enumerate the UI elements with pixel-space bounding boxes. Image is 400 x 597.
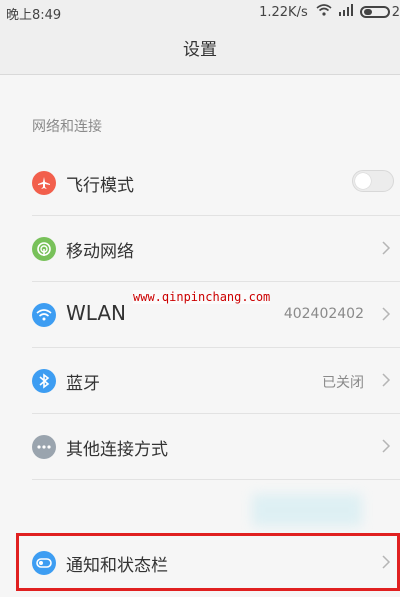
page-title: 设置 <box>0 26 400 75</box>
wifi-signal-icon <box>316 4 332 20</box>
chevron-right-icon <box>382 373 391 387</box>
cell-signal-icon <box>338 4 354 20</box>
status-bar: 晚上8:49 1.22K/s 2 <box>0 0 400 26</box>
divider <box>32 479 400 480</box>
blurred-area <box>252 494 362 526</box>
chevron-right-icon <box>382 307 391 321</box>
status-right: 1.22K/s 2 <box>259 4 400 20</box>
airplane-icon <box>32 171 56 195</box>
row-value: 已关闭 <box>322 375 364 391</box>
network-speed: 1.22K/s <box>259 4 308 20</box>
row-value: 402402402 <box>283 306 364 322</box>
chevron-right-icon <box>382 241 391 255</box>
row-label: WLAN <box>66 301 127 325</box>
wifi-icon <box>32 303 56 327</box>
watermark: www.qinpinchang.com <box>133 290 271 304</box>
airplane-toggle[interactable] <box>352 170 394 192</box>
row-label: 飞行模式 <box>66 176 134 196</box>
row-label: 蓝牙 <box>66 374 100 394</box>
toggle-knob <box>355 173 371 189</box>
highlight-box <box>16 533 400 591</box>
row-label: 移动网络 <box>66 242 134 262</box>
row-airplane-mode[interactable]: 飞行模式 <box>0 150 400 216</box>
bluetooth-icon <box>32 369 56 393</box>
battery-level: 2 <box>391 4 400 20</box>
mobile-network-icon <box>32 237 56 261</box>
row-mobile-network[interactable]: 移动网络 <box>0 216 400 282</box>
section-label: 网络和连接 <box>32 119 102 135</box>
row-label: 其他连接方式 <box>66 440 168 460</box>
more-icon <box>32 435 56 459</box>
row-other-connections[interactable]: 其他连接方式 <box>0 414 400 480</box>
row-bluetooth[interactable]: 蓝牙 已关闭 <box>0 348 400 414</box>
status-time: 晚上8:49 <box>6 8 62 23</box>
chevron-right-icon <box>382 439 391 453</box>
battery-icon <box>359 6 390 18</box>
